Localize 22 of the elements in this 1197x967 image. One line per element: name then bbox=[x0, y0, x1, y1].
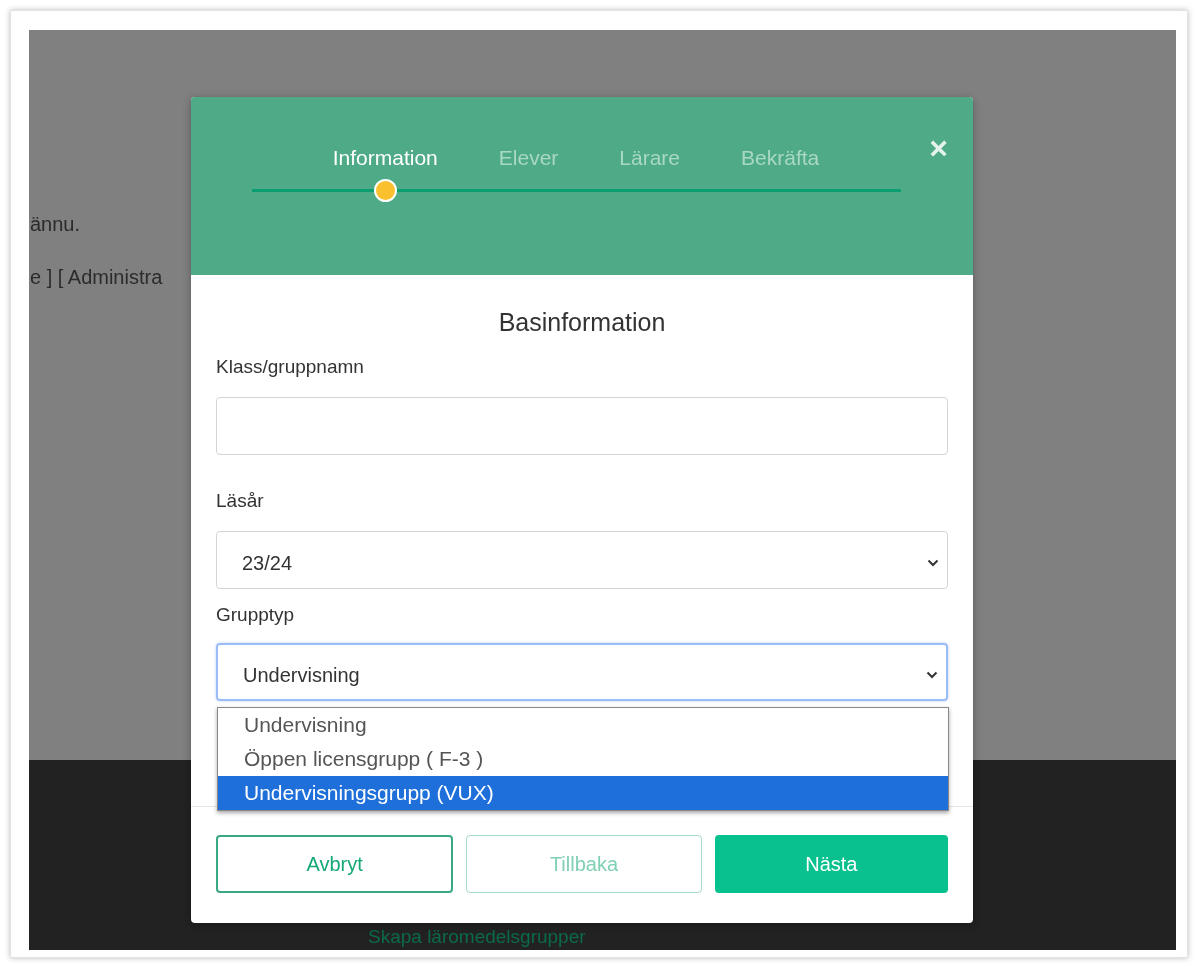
field-label: Klass/gruppnamn bbox=[216, 355, 365, 379]
field-label: Grupptyp bbox=[216, 603, 296, 627]
footer-button[interactable]: Nästa bbox=[714, 835, 948, 893]
section-heading: Basinformation bbox=[497, 307, 667, 337]
chevron-down-icon bbox=[927, 559, 939, 567]
dropdown-option[interactable]: Undervisning bbox=[218, 708, 948, 742]
step-tab[interactable]: Bekräfta bbox=[741, 145, 820, 171]
step-tab[interactable]: Lärare bbox=[619, 145, 681, 171]
select-field[interactable]: Undervisning bbox=[216, 643, 948, 701]
field-label: Läsår bbox=[216, 489, 265, 513]
input-field[interactable] bbox=[216, 397, 948, 455]
step-tab[interactable]: Information bbox=[332, 145, 438, 171]
footer-button[interactable]: Avbryt bbox=[216, 835, 454, 893]
dropdown-option[interactable]: Undervisningsgrupp (VUX) bbox=[218, 776, 948, 810]
select-field[interactable]: 23/24 bbox=[216, 531, 948, 589]
close-button[interactable]: × bbox=[929, 131, 948, 165]
chevron-down-icon bbox=[926, 671, 938, 679]
background-link[interactable]: Skapa läromedelsgrupper bbox=[368, 926, 586, 948]
background-text: e ] [ Administra bbox=[30, 266, 164, 290]
background-text: ännu. bbox=[30, 213, 82, 237]
dropdown-option[interactable]: Öppen licensgrupp ( F-3 ) bbox=[218, 742, 948, 776]
step-tab[interactable]: Elever bbox=[498, 145, 559, 171]
